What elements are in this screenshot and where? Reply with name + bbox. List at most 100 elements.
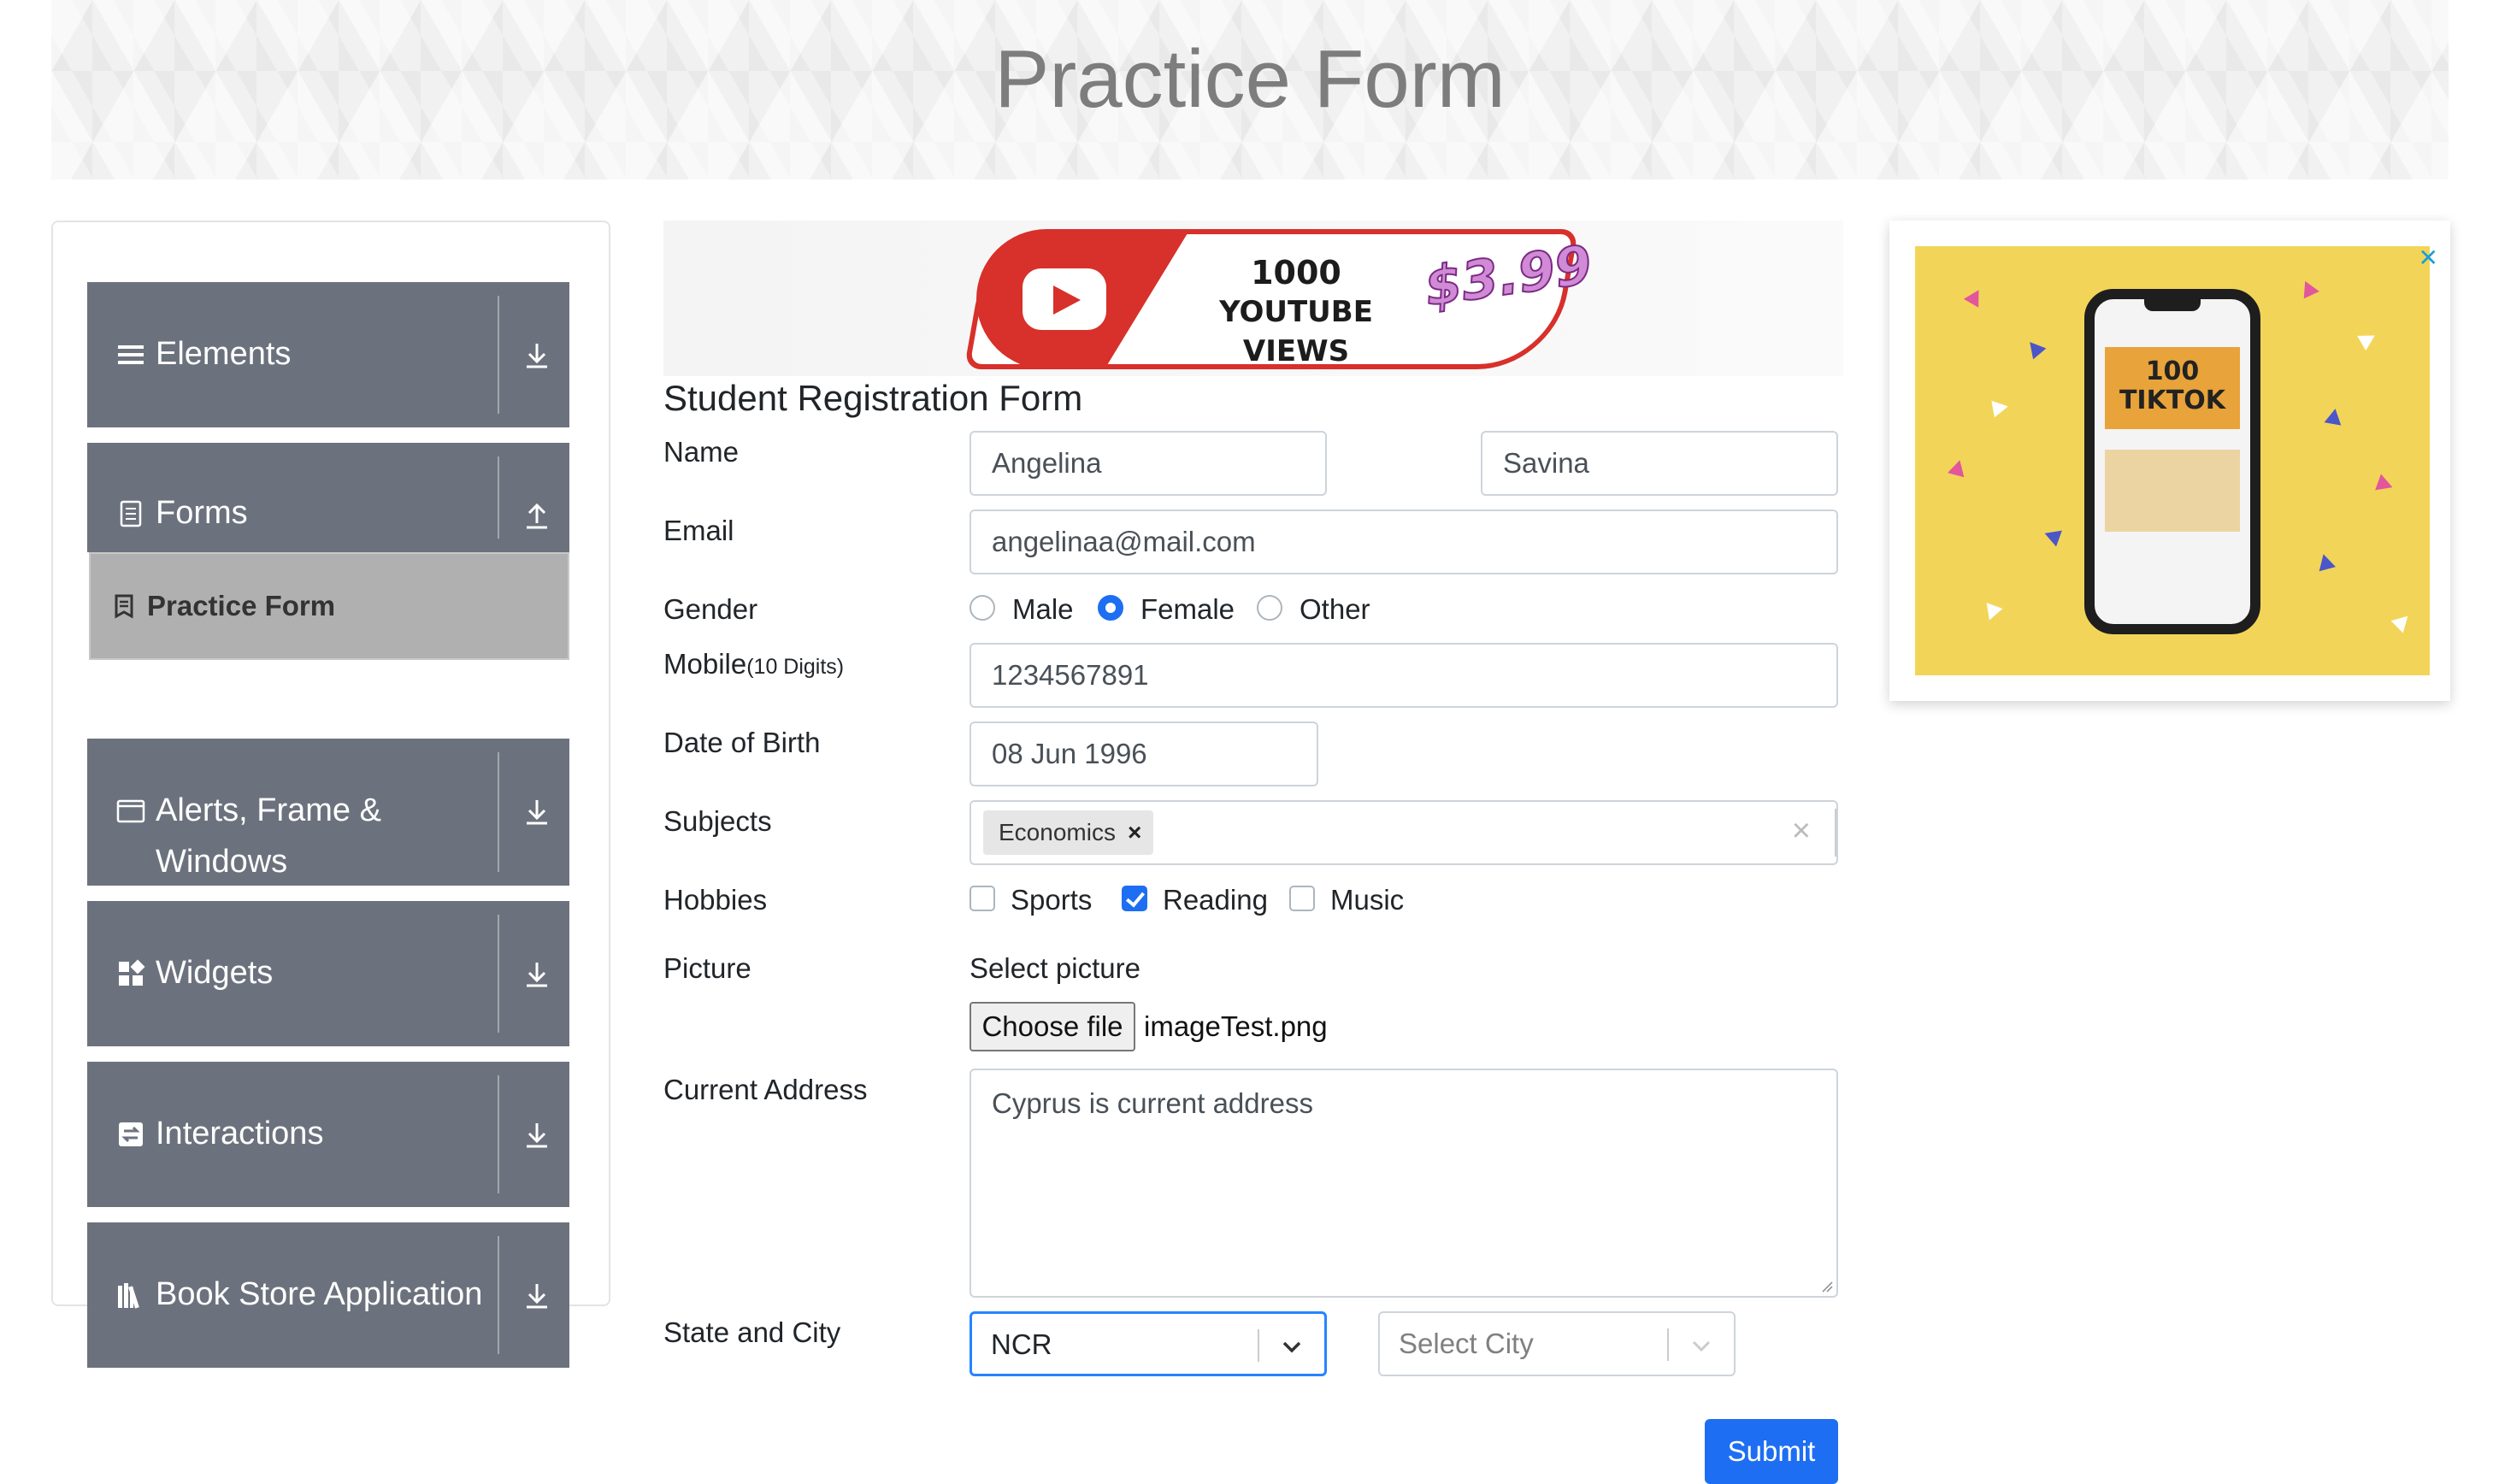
confetti-shape [2375, 474, 2396, 496]
city-select[interactable]: Select City [1378, 1311, 1736, 1376]
sidebar-group-forms[interactable]: Forms [87, 443, 569, 552]
ad-line1: 1000 [1251, 254, 1341, 292]
hobbies-label: Hobbies [663, 884, 768, 916]
divider [498, 456, 499, 539]
mobile-label-text: Mobile [663, 648, 747, 680]
form-icon [115, 594, 133, 619]
last-name-input[interactable] [1481, 431, 1838, 496]
confetti-shape [2357, 327, 2379, 351]
email-input[interactable] [970, 509, 1838, 574]
ad-image: 100 TIKTOK [1915, 246, 2430, 675]
phone-notch [2144, 299, 2201, 311]
radio-label: Female [1140, 593, 1235, 625]
select-picture-label: Select picture [970, 952, 1140, 984]
chevron-down-icon[interactable] [1689, 1334, 1713, 1357]
chip-remove-icon[interactable]: × [1128, 819, 1141, 845]
tiktok-ad[interactable]: 100 TIKTOK ✕ [1889, 221, 2450, 701]
window-icon [116, 799, 145, 823]
chevron-down-icon[interactable] [1280, 1334, 1304, 1358]
sidebar-item-practice-form[interactable]: Practice Form [89, 552, 569, 660]
list-icon [118, 345, 144, 364]
download-icon[interactable] [520, 957, 554, 992]
close-ad-icon[interactable]: ✕ [2419, 246, 2438, 270]
radio-circle [1257, 595, 1282, 621]
sidebar-group-interactions[interactable]: Interactions [87, 1062, 569, 1207]
radio-label: Male [1012, 593, 1074, 625]
ad-line2: YOUTUBE VIEWS [1219, 295, 1373, 368]
dob-label: Date of Birth [663, 727, 821, 758]
ad-text: 1000 YOUTUBE VIEWS [1193, 253, 1399, 371]
gender-label: Gender [663, 593, 758, 625]
phone-illustration: 100 TIKTOK [2084, 289, 2260, 634]
mobile-input[interactable] [970, 643, 1838, 708]
download-icon[interactable] [520, 1279, 554, 1313]
download-icon[interactable] [520, 795, 554, 829]
card-line1: 100 [2145, 356, 2200, 386]
state-city-label: State and City [663, 1316, 841, 1348]
divider [498, 1075, 499, 1193]
subjects-label: Subjects [663, 805, 772, 837]
placeholder-card [2105, 450, 2240, 532]
city-select-placeholder: Select City [1399, 1328, 1534, 1359]
mobile-label: Mobile(10 Digits) [663, 643, 844, 688]
radio-label: Other [1300, 593, 1370, 625]
checkbox-box [970, 886, 995, 911]
tiktok-card: 100 TIKTOK [2105, 347, 2240, 429]
name-label: Name [663, 436, 740, 468]
confetti-shape [2315, 551, 2336, 572]
divider [498, 1236, 499, 1354]
current-address-label: Current Address [663, 1074, 868, 1105]
sidebar-group-label: Forms [156, 495, 248, 531]
clear-icon[interactable]: × [1792, 814, 1811, 848]
divider [498, 915, 499, 1033]
current-address-textarea[interactable]: Cyprus is current address [970, 1069, 1838, 1298]
sidebar-group-elements[interactable]: Elements [87, 282, 569, 427]
download-icon[interactable] [520, 339, 554, 373]
youtube-views-ad[interactable]: 1000 YOUTUBE VIEWS $3.99 [663, 221, 1843, 376]
checkbox-label: Music [1330, 884, 1405, 916]
checkbox-box [1289, 886, 1315, 911]
sidebar-group-label: Alerts, Frame & [156, 792, 381, 828]
sidebar-group-label: Interactions [156, 1116, 324, 1151]
radio-circle [1098, 595, 1123, 621]
submit-button[interactable]: Submit [1705, 1419, 1838, 1484]
picture-label: Picture [663, 952, 751, 984]
subjects-input[interactable]: Economics × × [970, 800, 1838, 865]
selected-file-name: imageTest.png [1144, 1010, 1328, 1042]
confetti-shape [2297, 277, 2319, 299]
interactions-icon [119, 1122, 143, 1146]
upload-icon[interactable] [520, 498, 554, 532]
divider [1667, 1328, 1669, 1361]
state-select[interactable]: NCR [970, 1311, 1327, 1376]
sidebar-group-book-store[interactable]: Book Store Application [87, 1222, 569, 1368]
resize-handle-icon[interactable] [1821, 1281, 1833, 1293]
sidebar-group-label-line2: Windows [156, 844, 288, 880]
divider [1258, 1329, 1259, 1362]
books-icon [118, 1283, 139, 1309]
subject-chip: Economics × [983, 810, 1154, 855]
checkbox-label: Reading [1163, 884, 1268, 916]
state-select-value: NCR [991, 1328, 1052, 1360]
confetti-shape [1991, 398, 2010, 418]
sidebar-group-widgets[interactable]: Widgets [87, 901, 569, 1046]
confetti-shape [1948, 457, 1968, 478]
youtube-play-icon [1023, 268, 1106, 330]
confetti-shape [2324, 407, 2344, 426]
confetti-shape [2042, 525, 2062, 547]
sidebar-group-alerts[interactable]: Alerts, Frame & Windows [87, 739, 569, 886]
choose-file-button[interactable]: Choose file [970, 1002, 1135, 1051]
email-label: Email [663, 515, 734, 546]
date-of-birth-input[interactable] [970, 721, 1318, 786]
form-title: Student Registration Form [663, 378, 1083, 418]
first-name-input[interactable] [970, 431, 1327, 496]
page: Practice Form Elements Forms Practice Fo… [0, 0, 2493, 1484]
sidebar-group-label: Widgets [156, 955, 274, 991]
divider [498, 752, 499, 872]
sidebar-group-label: Elements [156, 336, 292, 372]
page-title: Practice Form [994, 33, 1506, 125]
confetti-shape [2390, 610, 2414, 633]
checkbox-box [1122, 886, 1147, 911]
subject-chip-label: Economics [999, 819, 1116, 845]
confetti-shape [2023, 336, 2047, 360]
download-icon[interactable] [520, 1118, 554, 1152]
